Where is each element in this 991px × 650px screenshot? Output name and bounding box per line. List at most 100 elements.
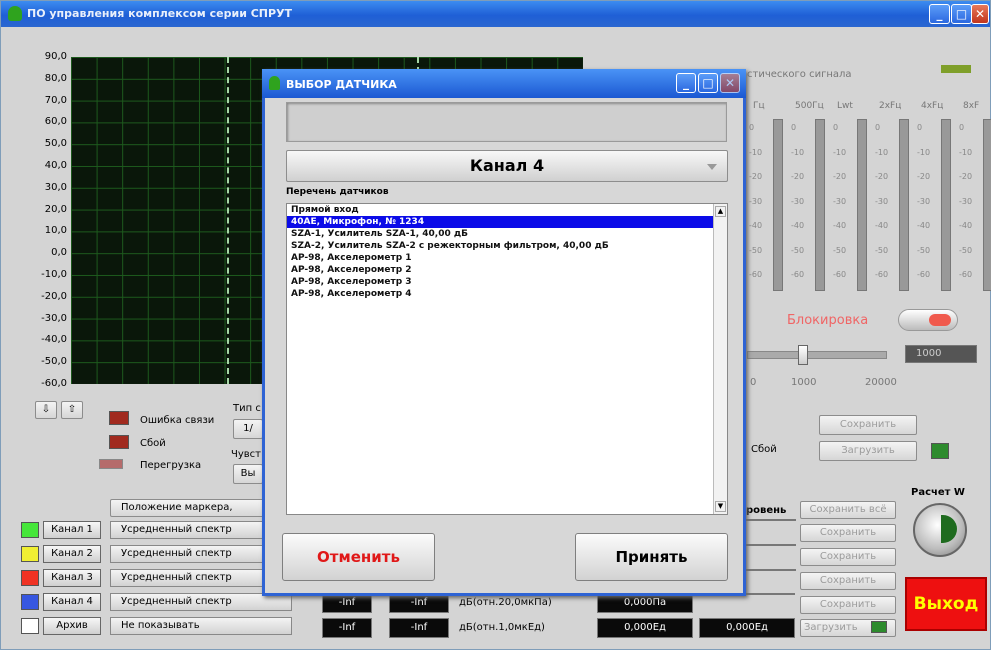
block-label: Блокировка: [787, 313, 869, 328]
sensor-list-item[interactable]: AP-98, Акселерометр 4: [287, 288, 727, 300]
sensor-list-item[interactable]: SZA-1, Усилитель SZA-1, 40,00 дБ: [287, 228, 727, 240]
block-toggle[interactable]: [898, 309, 958, 331]
channel-button[interactable]: Канал 3: [43, 569, 101, 587]
cancel-button[interactable]: Отменить: [282, 533, 435, 581]
save-row-2-button[interactable]: Сохранить: [800, 548, 896, 566]
right-fail-label: Сбой: [751, 444, 777, 455]
overload-label: Перегрузка: [140, 460, 202, 471]
channel-selector-value: Канал 4: [469, 156, 545, 175]
meter-tick: -30: [833, 196, 847, 206]
channel-color-indicator[interactable]: [21, 594, 39, 610]
load-settings-button[interactable]: Загрузить: [819, 441, 917, 461]
marker-cursor-1[interactable]: [227, 57, 229, 384]
sensor-dialog: ВЫБОР ДАТЧИКА _ □ ✕ Канал 4 Перечень дат…: [262, 69, 746, 596]
meter-tick: -10: [791, 147, 805, 157]
y-tick-label: 50,0: [44, 138, 67, 150]
sensor-info-box: [286, 102, 727, 142]
meter-tick: -50: [917, 245, 931, 255]
channel-mode-selector[interactable]: Не показывать: [110, 617, 292, 635]
meter-tick: 0: [917, 123, 923, 132]
sens-selector[interactable]: Вы: [233, 464, 263, 484]
meter-tick: 0: [749, 123, 755, 132]
channel-color-indicator[interactable]: [21, 546, 39, 562]
sensor-list[interactable]: Прямой вход 40AE, Микрофон, № 1234 SZA-1, …: [286, 203, 728, 515]
save-row-3-button[interactable]: Сохранить: [800, 572, 896, 590]
maximize-button[interactable]: □: [951, 4, 972, 24]
slider-value[interactable]: 1000: [905, 345, 977, 363]
chevron-down-icon: [707, 164, 717, 170]
meter-tick: -60: [959, 270, 973, 279]
y-tick-label: 20,0: [44, 203, 67, 215]
meter-tick: -10: [749, 147, 763, 157]
unit-ed-label: дБ(отн.1,0мкЕд): [459, 622, 545, 633]
minimize-button[interactable]: _: [929, 4, 950, 24]
y-tick-label: 10,0: [44, 225, 67, 237]
dialog-title-bar: ВЫБОР ДАТЧИКА _ □ ✕: [262, 69, 746, 98]
channel-button[interactable]: Канал 1: [43, 521, 101, 539]
channel-button[interactable]: Канал 4: [43, 593, 101, 611]
level-meter-bar: [857, 119, 867, 291]
channel-color-indicator[interactable]: [21, 618, 39, 634]
meter-tick: -20: [791, 172, 805, 181]
channel-button[interactable]: Архив: [43, 617, 101, 635]
level-label: ровень: [746, 505, 787, 516]
meter-label: 4xFц: [921, 101, 944, 111]
dialog-close-button[interactable]: ✕: [720, 73, 740, 93]
type-selector[interactable]: 1/: [233, 419, 263, 439]
dialog-minimize-button[interactable]: _: [676, 73, 696, 93]
scroll-up-button[interactable]: ⇧: [61, 401, 83, 419]
meter-tick: -20: [833, 172, 847, 181]
y-tick-label: -40,0: [41, 334, 67, 346]
channel-color-indicator[interactable]: [21, 570, 39, 586]
meter-tick: -30: [875, 196, 889, 206]
meter-tick: -30: [917, 196, 931, 206]
save-all-button[interactable]: Сохранить всё: [800, 501, 896, 519]
scroll-down-button[interactable]: ⇩: [35, 401, 57, 419]
sensor-list-item[interactable]: Прямой вход: [287, 204, 727, 216]
sensor-list-item[interactable]: 40AE, Микрофон, № 1234: [287, 216, 727, 228]
channel-button[interactable]: Канал 2: [43, 545, 101, 563]
save-settings-button[interactable]: Сохранить: [819, 415, 917, 435]
freq-slider[interactable]: [747, 345, 887, 365]
meter-tick: -40: [959, 221, 973, 230]
meter-tick: -20: [749, 172, 763, 181]
save-row-1-button[interactable]: Сохранить: [800, 524, 896, 542]
readout-ed-2: 0,000Ед: [699, 618, 795, 638]
slider-thumb[interactable]: [798, 345, 808, 365]
meter-tick: 0: [791, 123, 797, 132]
channel-selector[interactable]: Канал 4: [286, 150, 728, 182]
sensor-list-item[interactable]: AP-98, Акселерометр 2: [287, 264, 727, 276]
scroll-up-icon[interactable]: ▲: [715, 206, 726, 217]
meter-tick: -50: [833, 245, 847, 255]
meter-tick: -40: [833, 221, 847, 230]
sensor-list-item[interactable]: AP-98, Акселерометр 3: [287, 276, 727, 288]
meter-tick: -60: [791, 270, 805, 279]
readout-r1: [746, 519, 796, 521]
level-meter-bar: [815, 119, 825, 291]
dialog-maximize-button[interactable]: □: [698, 73, 718, 93]
type-label: Тип с: [233, 403, 261, 414]
sensor-list-item[interactable]: AP-98, Акселерометр 1: [287, 252, 727, 264]
readout-pa: 0,000Па: [597, 593, 693, 613]
marker-position-selector[interactable]: Положение маркера,: [110, 499, 264, 517]
meter-tick: -60: [917, 270, 931, 279]
meter-tick: -10: [959, 147, 973, 157]
accept-button[interactable]: Принять: [575, 533, 728, 581]
meter-tick: 0: [959, 123, 965, 132]
scroll-down-icon[interactable]: ▼: [715, 501, 726, 512]
meter-tick: -30: [959, 196, 973, 206]
y-tick-label: -30,0: [41, 312, 67, 324]
list-scrollbar[interactable]: ▲ ▼: [713, 204, 727, 514]
exit-button[interactable]: Выход: [905, 577, 987, 631]
close-button[interactable]: ✕: [971, 4, 989, 24]
y-tick-label: -50,0: [41, 356, 67, 368]
meter-tick: -40: [917, 221, 931, 230]
save-row-4-button[interactable]: Сохранить: [800, 596, 896, 614]
meter-tick: -50: [959, 245, 973, 255]
meter-tick: -60: [749, 270, 763, 279]
sensor-list-item[interactable]: SZA-2, Усилитель SZA-2 с режекторным фил…: [287, 240, 727, 252]
calc-w-label: Расчет W: [911, 487, 965, 498]
calc-w-knob[interactable]: [913, 503, 967, 557]
channel-color-indicator[interactable]: [21, 522, 39, 538]
y-tick-label: 30,0: [44, 181, 67, 193]
